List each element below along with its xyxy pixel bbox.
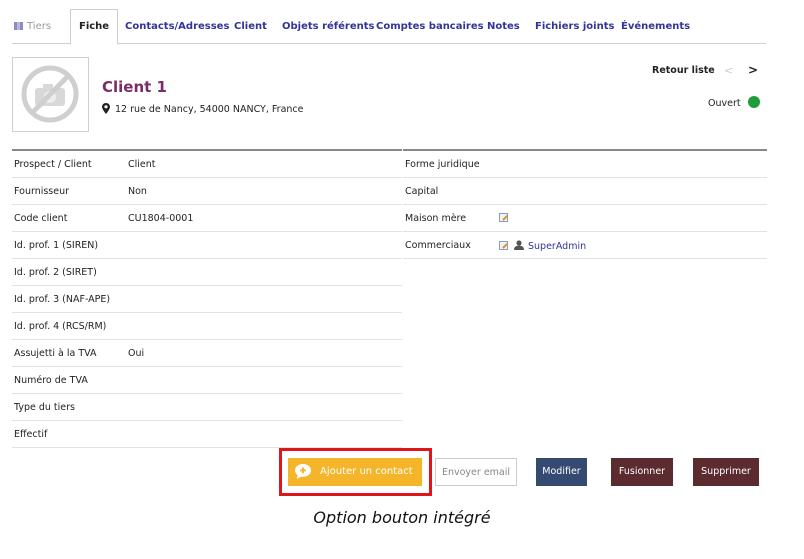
- modify-button[interactable]: Modifier: [536, 458, 587, 486]
- tab-evenements[interactable]: Événements: [621, 10, 690, 43]
- tab-fichiers-joints[interactable]: Fichiers joints: [535, 10, 614, 43]
- field-label: Id. prof. 1 (SIREN): [14, 240, 99, 251]
- field-label: Code client: [14, 213, 68, 224]
- user-icon: [514, 240, 524, 250]
- field-value: CU1804-0001: [128, 213, 194, 224]
- edit-icon[interactable]: [499, 213, 508, 222]
- field-label: Fournisseur: [14, 186, 70, 197]
- field-label: Effectif: [14, 429, 48, 440]
- status-dot-icon: [748, 96, 760, 108]
- field-label: Assujetti à la TVA: [14, 348, 97, 359]
- edit-icon[interactable]: [499, 241, 508, 250]
- field-value: [499, 213, 508, 224]
- figure-caption: Option bouton intégré: [313, 508, 491, 527]
- field-value: Non: [128, 186, 147, 197]
- field-label: Type du tiers: [14, 402, 75, 413]
- tab-comptes-bancaires[interactable]: Comptes bancaires: [376, 10, 484, 43]
- field-label: Id. prof. 3 (NAF-APE): [14, 294, 111, 305]
- right-details-table: Forme juridique Capital Maison mère Comm…: [403, 149, 767, 259]
- send-email-button[interactable]: Envoyer email: [435, 458, 517, 486]
- table-row: Capital: [403, 178, 767, 205]
- previous-record-button[interactable]: <: [724, 64, 733, 77]
- company-name: Client 1: [102, 78, 167, 96]
- sales-rep-link[interactable]: SuperAdmin: [528, 241, 586, 252]
- tiers-icon: [14, 22, 23, 30]
- field-value: Client: [128, 159, 156, 170]
- address-text: 12 rue de Nancy, 54000 NANCY, France: [115, 104, 304, 115]
- field-label: Forme juridique: [405, 159, 480, 170]
- field-label: Id. prof. 2 (SIRET): [14, 267, 97, 278]
- table-row: Id. prof. 3 (NAF-APE): [12, 286, 402, 313]
- table-row: Effectif: [12, 421, 402, 448]
- tab-objets-referents[interactable]: Objets référents: [282, 10, 375, 43]
- field-label: Capital: [405, 186, 439, 197]
- highlight-frame: [279, 448, 432, 496]
- table-row: Id. prof. 4 (RCS/RM): [12, 313, 402, 340]
- table-row: Commerciaux SuperAdmin: [403, 232, 767, 259]
- tab-bar: Tiers Fiche Contacts/Adresses Client Obj…: [12, 9, 766, 45]
- table-row: Id. prof. 2 (SIRET): [12, 259, 402, 286]
- back-to-list-link[interactable]: Retour liste: [652, 65, 715, 76]
- status-label: Ouvert: [708, 98, 741, 109]
- tab-notes[interactable]: Notes: [487, 10, 520, 43]
- table-row: Maison mère: [403, 205, 767, 232]
- company-address: 12 rue de Nancy, 54000 NANCY, France: [102, 103, 303, 115]
- field-value: SuperAdmin: [499, 240, 586, 252]
- table-row: Id. prof. 1 (SIREN): [12, 232, 402, 259]
- merge-button[interactable]: Fusionner: [611, 458, 673, 486]
- no-photo-icon: [12, 57, 89, 132]
- table-row: Fournisseur Non: [12, 178, 402, 205]
- field-label: Id. prof. 4 (RCS/RM): [14, 321, 107, 332]
- map-marker-icon: [102, 103, 110, 114]
- table-row: Code client CU1804-0001: [12, 205, 402, 232]
- table-row: Assujetti à la TVA Oui: [12, 340, 402, 367]
- table-row: Forme juridique: [403, 151, 767, 178]
- field-label: Numéro de TVA: [14, 375, 88, 386]
- tab-tiers-label: Tiers: [27, 21, 52, 32]
- tab-contacts-adresses[interactable]: Contacts/Adresses: [125, 10, 229, 43]
- field-value: Oui: [128, 348, 145, 359]
- tab-client[interactable]: Client: [234, 10, 267, 43]
- left-details-table: Prospect / Client Client Fournisseur Non C…: [12, 149, 402, 448]
- field-label: Commerciaux: [405, 240, 471, 251]
- field-label: Prospect / Client: [14, 159, 92, 170]
- table-row: Type du tiers: [12, 394, 402, 421]
- next-record-button[interactable]: >: [748, 63, 758, 77]
- table-row: Numéro de TVA: [12, 367, 402, 394]
- tab-tiers[interactable]: Tiers: [14, 10, 51, 43]
- tab-fiche[interactable]: Fiche: [70, 9, 119, 45]
- field-label: Maison mère: [405, 213, 467, 224]
- delete-button[interactable]: Supprimer: [693, 458, 759, 486]
- table-row: Prospect / Client Client: [12, 151, 402, 178]
